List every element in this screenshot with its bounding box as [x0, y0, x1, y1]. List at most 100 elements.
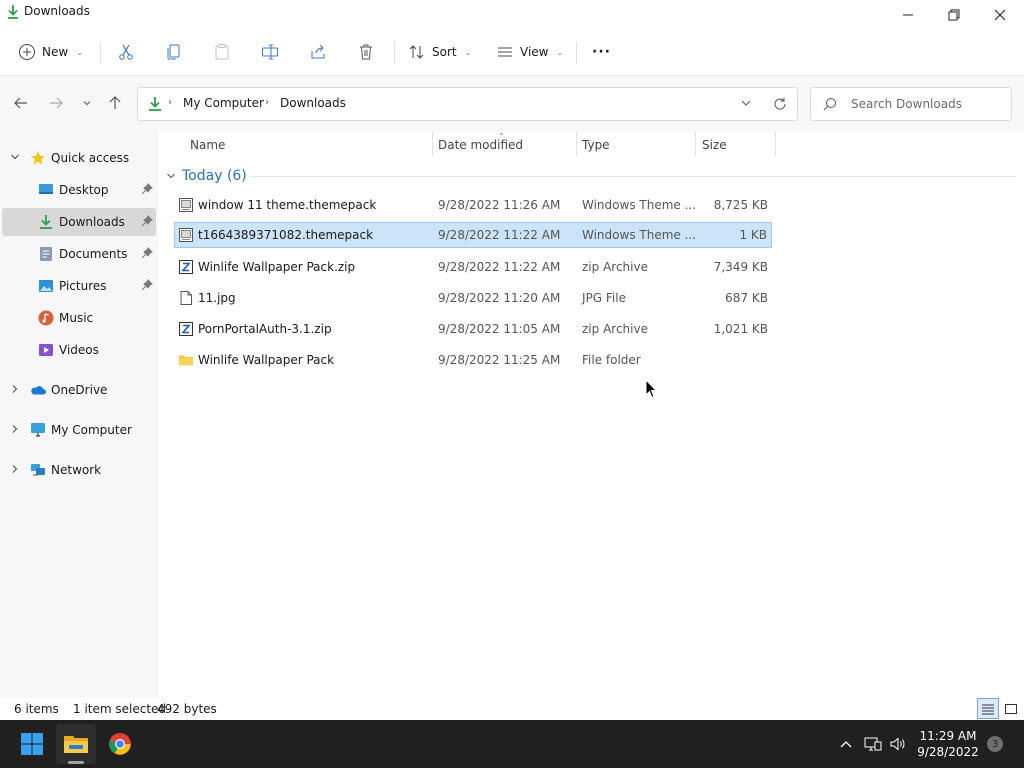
tiles-view-icon — [1005, 703, 1017, 714]
minimize-button[interactable] — [885, 0, 931, 30]
sidebar-label: Pictures — [59, 279, 107, 293]
network-tray-icon[interactable] — [863, 734, 883, 754]
chrome-taskbar-button[interactable] — [100, 724, 140, 764]
column-divider[interactable] — [432, 132, 433, 156]
address-bar[interactable]: › My Computer › Downloads — [137, 87, 798, 121]
system-clock[interactable]: 11:29 AM 9/28/2022 — [912, 728, 984, 760]
view-button[interactable]: View ⌄ — [496, 38, 563, 66]
computer-icon — [30, 422, 46, 438]
chevron-down-icon — [167, 173, 175, 179]
notification-badge[interactable]: 3 — [987, 736, 1003, 752]
share-icon[interactable] — [306, 40, 330, 64]
sidebar-item-onedrive[interactable]: OneDrive — [2, 376, 156, 404]
sidebar-item-my-computer[interactable]: My Computer — [2, 416, 156, 444]
pin-icon — [141, 279, 153, 291]
column-divider[interactable] — [695, 132, 696, 156]
back-button[interactable] — [10, 92, 32, 114]
file-name: window 11 theme.themepack — [198, 198, 377, 212]
pin-icon — [141, 215, 153, 227]
view-icon — [498, 47, 512, 57]
refresh-icon[interactable] — [772, 96, 788, 112]
sidebar-label: Desktop — [59, 183, 109, 197]
title-bar: Downloads — [0, 0, 1024, 30]
sort-icon — [409, 45, 424, 59]
volume-tray-icon[interactable] — [888, 734, 908, 754]
more-options-button[interactable]: ··· — [592, 38, 611, 66]
chevron-right-icon[interactable] — [10, 424, 20, 437]
chevron-down-icon[interactable] — [740, 97, 752, 109]
large-icons-view-button[interactable] — [1001, 698, 1021, 719]
breadcrumb-my-computer[interactable]: My Computer — [183, 96, 264, 110]
sort-button[interactable]: Sort ⌄ — [408, 38, 471, 66]
file-row[interactable]: PornPortalAuth-3.1.zip 9/28/2022 11:05 A… — [174, 316, 772, 342]
new-button[interactable]: New ⌄ — [18, 38, 83, 66]
sidebar-label: My Computer — [51, 423, 132, 437]
sidebar-label: Music — [59, 311, 94, 325]
restore-button[interactable] — [931, 0, 977, 30]
file-name: 11.jpg — [198, 291, 236, 305]
sidebar-item-pictures[interactable]: Pictures — [2, 272, 156, 300]
show-hidden-icons-button[interactable] — [836, 734, 856, 754]
column-header-type[interactable]: Type — [582, 138, 610, 164]
file-type: Windows Theme ... — [582, 228, 697, 242]
column-header-name[interactable]: Name — [190, 138, 225, 164]
sidebar-item-videos[interactable]: Videos — [2, 336, 156, 364]
breadcrumb-downloads[interactable]: Downloads — [280, 96, 346, 110]
file-size: 1 KB — [739, 228, 767, 242]
taskbar: 11:29 AM 9/28/2022 3 — [0, 720, 1024, 768]
pin-icon — [141, 183, 153, 195]
chevron-down-icon — [83, 101, 91, 106]
rename-icon[interactable] — [258, 40, 282, 64]
file-size: 1,021 KB — [713, 322, 768, 336]
start-button[interactable] — [12, 724, 52, 764]
file-explorer-taskbar-button[interactable] — [56, 724, 96, 764]
sidebar-item-downloads[interactable]: Downloads — [2, 208, 156, 236]
sidebar-item-documents[interactable]: Documents — [2, 240, 156, 268]
sidebar-item-music[interactable]: Music — [2, 304, 156, 332]
column-divider[interactable] — [775, 132, 776, 156]
file-row-selected[interactable]: t1664389371082.themepack 9/28/2022 11:22… — [174, 222, 772, 248]
window-title: Downloads — [24, 4, 90, 18]
clock-time: 11:29 AM — [919, 729, 977, 743]
themepack-icon — [179, 228, 193, 242]
network-icon — [30, 462, 46, 478]
details-view-icon — [982, 704, 994, 714]
folder-icon — [64, 736, 88, 753]
sidebar-item-network[interactable]: Network — [2, 456, 156, 484]
mouse-cursor-icon — [645, 379, 657, 399]
cut-icon[interactable] — [114, 40, 138, 64]
image-file-icon — [180, 291, 192, 305]
sidebar-item-quick-access[interactable]: Quick access — [2, 144, 156, 172]
group-header-today[interactable]: Today (6) — [166, 166, 247, 186]
up-button[interactable] — [104, 92, 126, 114]
star-icon — [30, 150, 46, 166]
chevron-down-icon: ⌄ — [76, 47, 83, 57]
recent-locations-button[interactable] — [76, 92, 98, 114]
delete-icon[interactable] — [354, 40, 378, 64]
column-header-date-modified[interactable]: Date modified — [438, 138, 523, 164]
chevron-down-icon[interactable] — [10, 152, 20, 165]
paste-icon[interactable] — [210, 40, 234, 64]
close-button[interactable] — [977, 0, 1023, 30]
videos-icon — [38, 342, 54, 358]
sidebar-item-desktop[interactable]: Desktop — [2, 176, 156, 204]
file-row[interactable]: 11.jpg 9/28/2022 11:20 AM JPG File 687 K… — [174, 285, 772, 311]
copy-icon[interactable] — [162, 40, 186, 64]
details-view-button[interactable] — [977, 698, 999, 719]
file-row[interactable]: Winlife Wallpaper Pack.zip 9/28/2022 11:… — [174, 254, 772, 280]
forward-button[interactable] — [45, 92, 67, 114]
new-label: New — [42, 45, 69, 59]
column-header-size[interactable]: Size — [702, 138, 727, 164]
search-box[interactable]: Search Downloads — [810, 87, 1012, 121]
selection-count: 1 item selected — [73, 702, 167, 716]
file-row[interactable]: window 11 theme.themepack 9/28/2022 11:2… — [174, 192, 772, 218]
chevron-right-icon[interactable] — [10, 464, 20, 477]
document-icon — [38, 246, 54, 262]
navigation-bar: › My Computer › Downloads Search Downloa… — [0, 76, 1024, 132]
column-divider[interactable] — [576, 132, 577, 156]
file-row[interactable]: Winlife Wallpaper Pack 9/28/2022 11:25 A… — [174, 347, 772, 373]
windows-logo-icon — [21, 733, 43, 755]
file-size: 687 KB — [725, 291, 768, 305]
arrow-right-icon — [50, 97, 63, 109]
chevron-right-icon[interactable] — [10, 384, 20, 397]
